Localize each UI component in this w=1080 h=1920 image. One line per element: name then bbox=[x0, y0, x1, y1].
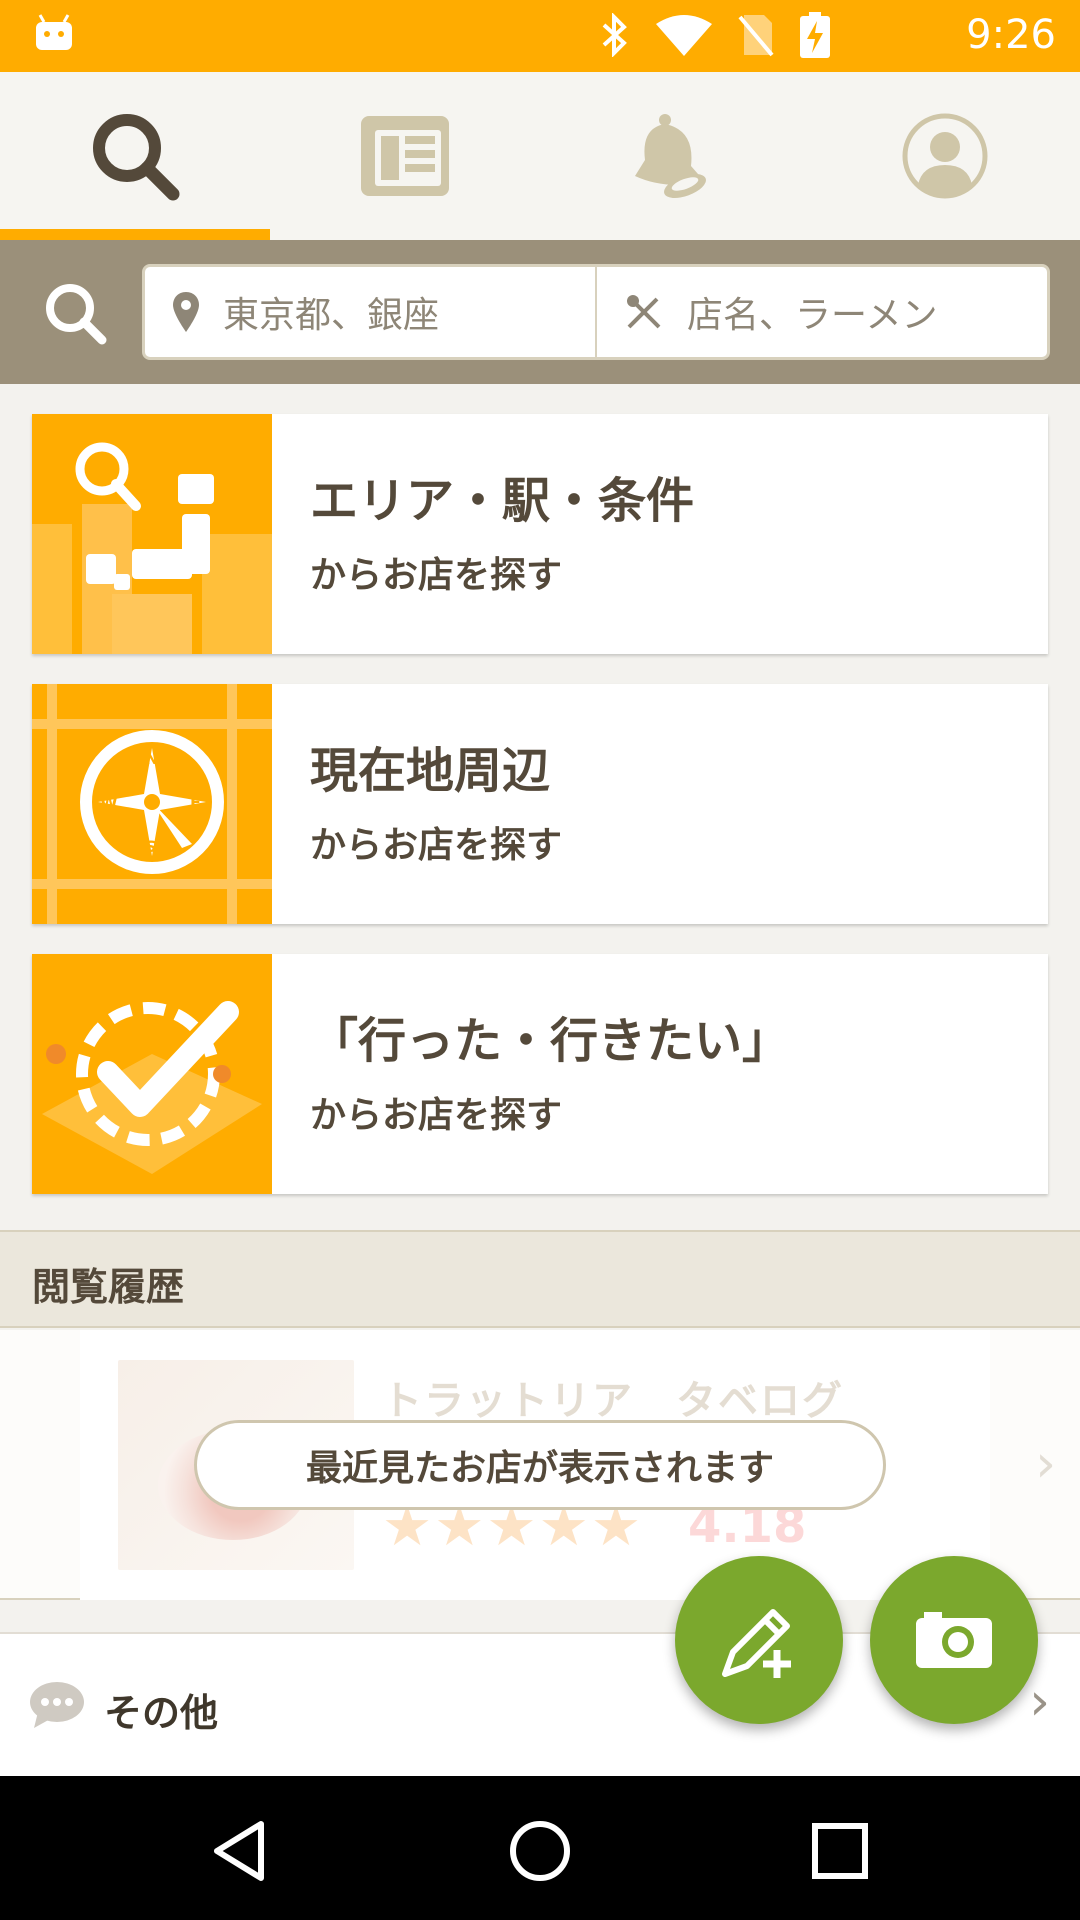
svg-text:N: N bbox=[145, 749, 158, 768]
tab-notifications[interactable] bbox=[540, 72, 810, 240]
search-box: 東京都、銀座 店名、ラーメン bbox=[142, 264, 1050, 360]
bell-icon bbox=[635, 114, 706, 199]
write-review-button[interactable] bbox=[675, 1556, 843, 1724]
area-map-icon bbox=[32, 414, 272, 654]
bluetooth-icon bbox=[602, 13, 627, 57]
card-title: エリア・駅・条件 bbox=[310, 472, 695, 529]
clock: 9:26 bbox=[966, 12, 1056, 58]
search-visited-wanttogo-card[interactable]: 「行った・行きたい」 からお店を探す bbox=[32, 954, 1048, 1194]
history-list: トラットリア タベログ ★★★★★ 4.18 › 最近見たお店が表示されます bbox=[0, 1330, 1080, 1600]
tab-search[interactable] bbox=[0, 72, 270, 240]
area-search-placeholder: 東京都、銀座 bbox=[223, 295, 440, 336]
top-tab-bar bbox=[0, 72, 1080, 240]
svg-text:E: E bbox=[190, 793, 201, 812]
user-icon bbox=[902, 113, 988, 199]
camera-icon bbox=[916, 1612, 992, 1668]
home-icon[interactable] bbox=[505, 1816, 575, 1886]
search-icon bbox=[93, 114, 180, 201]
fork-knife-icon bbox=[627, 295, 661, 329]
card-subtitle: からお店を探す bbox=[310, 1095, 563, 1137]
android-notification-icon bbox=[36, 14, 72, 50]
keyword-search-field[interactable]: 店名、ラーメン bbox=[595, 267, 1047, 357]
card-subtitle: からお店を探す bbox=[310, 555, 563, 597]
chevron-right-icon: › bbox=[1029, 1672, 1050, 1732]
card-title: 現在地周辺 bbox=[310, 742, 551, 799]
keyword-search-placeholder: 店名、ラーメン bbox=[687, 295, 938, 336]
search-icon[interactable] bbox=[42, 280, 108, 346]
back-icon[interactable] bbox=[205, 1816, 275, 1886]
history-empty-message: 最近見たお店が表示されます bbox=[194, 1420, 886, 1510]
history-title: 閲覧履歴 bbox=[32, 1265, 185, 1309]
tab-profile[interactable] bbox=[810, 72, 1080, 240]
other-label: その他 bbox=[104, 1691, 219, 1735]
chat-bubble-icon bbox=[30, 1682, 84, 1728]
svg-text:W: W bbox=[100, 793, 118, 812]
compass-icon: N S W E bbox=[32, 684, 272, 924]
svg-text:S: S bbox=[145, 837, 157, 856]
camera-button[interactable] bbox=[870, 1556, 1038, 1724]
battery-charging-icon bbox=[800, 12, 830, 58]
newspaper-icon bbox=[361, 116, 449, 196]
placeholder-restaurant-name: トラットリア タベログ bbox=[382, 1378, 844, 1424]
card-title: 「行った・行きたい」 bbox=[310, 1012, 791, 1069]
system-navigation-bar bbox=[0, 1776, 1080, 1920]
no-sim-icon bbox=[738, 15, 774, 57]
history-section-header: 閲覧履歴 bbox=[0, 1230, 1080, 1328]
checkmark-icon bbox=[32, 954, 272, 1194]
write-review-icon bbox=[722, 1609, 791, 1678]
area-search-field[interactable]: 東京都、銀座 bbox=[145, 267, 595, 357]
card-subtitle: からお店を探す bbox=[310, 825, 563, 867]
wifi-icon bbox=[656, 15, 712, 56]
location-pin-icon bbox=[173, 292, 199, 332]
status-bar: 9:26 bbox=[0, 0, 1080, 72]
search-nearby-card[interactable]: N S W E 現在地周辺 からお店を探す bbox=[32, 684, 1048, 924]
search-by-area-card[interactable]: エリア・駅・条件 からお店を探す bbox=[32, 414, 1048, 654]
chevron-right-icon: › bbox=[1035, 1434, 1056, 1494]
recents-icon[interactable] bbox=[805, 1816, 875, 1886]
tab-news[interactable] bbox=[270, 72, 540, 240]
active-tab-indicator bbox=[0, 229, 270, 240]
search-bar: 東京都、銀座 店名、ラーメン bbox=[0, 240, 1080, 384]
